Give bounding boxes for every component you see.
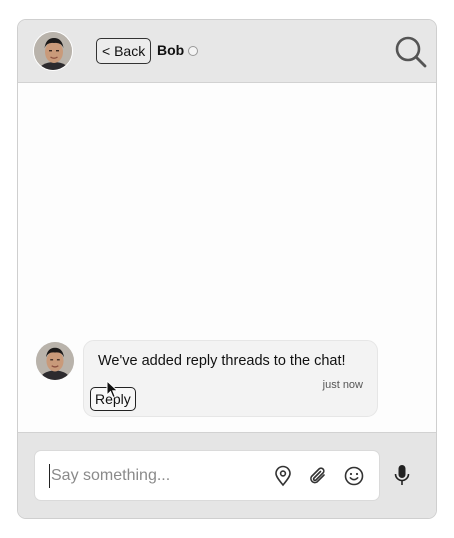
- chat-header: < Back Bob: [18, 20, 436, 83]
- message-bubble: We've added reply threads to the chat! j…: [83, 340, 378, 417]
- location-pin-icon: [275, 465, 291, 487]
- attach-button[interactable]: [307, 465, 329, 487]
- paperclip-icon: [310, 467, 325, 484]
- avatar-icon: [36, 342, 74, 380]
- message-list[interactable]: We've added reply threads to the chat! j…: [18, 84, 436, 434]
- emoji-button[interactable]: [343, 465, 365, 487]
- message-input-box: [34, 450, 380, 501]
- microphone-button[interactable]: [391, 463, 413, 489]
- mouse-pointer-icon: [106, 380, 119, 399]
- message-sender-avatar[interactable]: [36, 342, 74, 380]
- search-button[interactable]: [394, 35, 428, 69]
- contact-avatar[interactable]: [33, 31, 73, 71]
- avatar-icon: [34, 32, 72, 70]
- message-timestamp: just now: [322, 379, 363, 391]
- message-composer: [18, 432, 436, 518]
- search-icon: [395, 36, 427, 68]
- contact-name: Bob: [157, 42, 185, 58]
- microphone-icon: [394, 465, 410, 485]
- message-input[interactable]: [49, 464, 254, 488]
- presence-status-indicator: [188, 46, 198, 56]
- message-text: We've added reply threads to the chat!: [98, 353, 346, 369]
- location-button[interactable]: [272, 465, 294, 487]
- chat-window: < Back Bob We've added reply threads to …: [17, 19, 437, 519]
- back-button[interactable]: < Back: [96, 38, 152, 64]
- emoji-icon: [344, 466, 364, 486]
